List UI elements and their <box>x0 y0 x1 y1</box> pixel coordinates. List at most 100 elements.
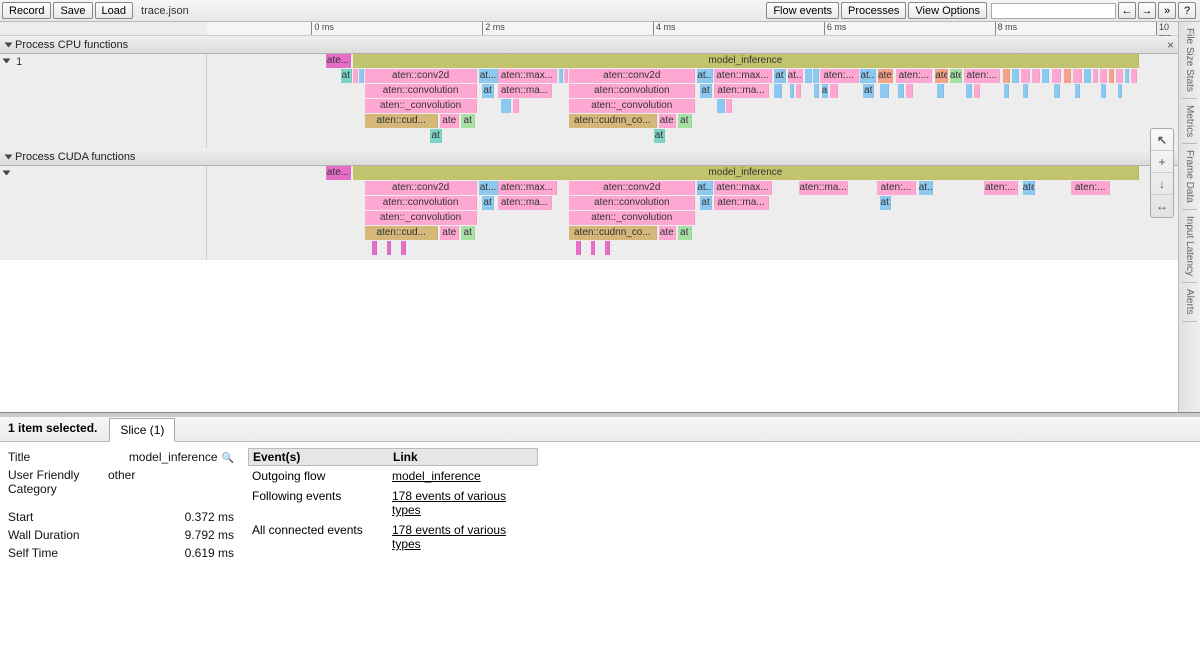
details-resize-handle[interactable] <box>0 413 1200 417</box>
trace-slice[interactable]: at... <box>919 181 934 195</box>
trace-slice[interactable]: ate... <box>326 54 350 68</box>
trace-slice[interactable] <box>1100 69 1107 83</box>
trace-slice[interactable] <box>1131 69 1137 83</box>
trace-slice[interactable] <box>805 69 812 83</box>
prev-button[interactable]: ← <box>1118 2 1136 19</box>
trace-slice[interactable] <box>513 99 519 113</box>
trace-slice[interactable] <box>372 241 377 255</box>
trace-slice[interactable]: at <box>482 196 495 210</box>
trace-slice[interactable]: aten::ma... <box>714 196 769 210</box>
trace-slice[interactable]: ate <box>878 69 893 83</box>
trace-slice[interactable]: aten::_convolution <box>569 99 695 113</box>
trace-slice[interactable] <box>813 69 819 83</box>
save-button[interactable]: Save <box>53 2 92 19</box>
trace-slice[interactable]: aten::convolution <box>569 196 695 210</box>
trace-slice[interactable]: at <box>482 84 495 98</box>
flame-area-cpu[interactable]: ate...model_inferenceataten::conv2dat...… <box>207 54 1178 148</box>
trace-slice[interactable] <box>1023 84 1029 98</box>
trace-slice[interactable] <box>359 69 364 83</box>
trace-slice[interactable]: aten::convolution <box>365 196 477 210</box>
tab-input-latency[interactable]: Input Latency <box>1182 210 1197 283</box>
overflow-button[interactable]: » <box>1158 2 1176 19</box>
trace-slice[interactable]: at <box>863 84 874 98</box>
trace-slice[interactable]: aten:... <box>877 181 916 195</box>
trace-slice[interactable] <box>1075 84 1080 98</box>
trace-slice[interactable]: at <box>880 196 891 210</box>
trace-slice[interactable] <box>559 69 564 83</box>
disclosure-icon[interactable] <box>5 154 13 159</box>
trace-slice[interactable]: aten::_convolution <box>569 211 695 225</box>
trace-slice[interactable]: at <box>822 84 829 98</box>
trace-slice[interactable] <box>1042 69 1049 83</box>
view-options-button[interactable]: View Options <box>908 2 987 19</box>
load-button[interactable]: Load <box>95 2 133 19</box>
trace-slice[interactable]: at... <box>788 69 804 83</box>
trace-slice[interactable]: aten::ma... <box>498 196 551 210</box>
trace-slice[interactable]: at <box>678 114 692 128</box>
trace-slice[interactable]: at... <box>479 69 498 83</box>
disclosure-icon[interactable] <box>5 42 13 47</box>
flame-area-cuda[interactable]: ate...model_inferenceaten::conv2dat...at… <box>207 166 1178 260</box>
event-link[interactable]: 178 events of various types <box>392 489 506 517</box>
trace-slice[interactable] <box>880 84 889 98</box>
trace-slice[interactable]: ate <box>659 226 676 240</box>
trace-slice[interactable]: at <box>430 129 442 143</box>
help-button[interactable]: ? <box>1178 2 1196 19</box>
trace-slice[interactable]: at... <box>697 69 713 83</box>
trace-slice[interactable]: ate <box>935 69 948 83</box>
processes-button[interactable]: Processes <box>841 2 906 19</box>
trace-slice[interactable] <box>1012 69 1019 83</box>
trace-slice[interactable] <box>726 99 732 113</box>
trace-slice[interactable]: ate <box>950 69 963 83</box>
trace-slice[interactable] <box>774 84 782 98</box>
trace-slice[interactable] <box>966 84 972 98</box>
tab-frame-data[interactable]: Frame Data <box>1182 144 1197 210</box>
trace-slice[interactable]: aten::max... <box>498 69 556 83</box>
process-header-cpu[interactable]: Process CPU functions × <box>0 36 1178 54</box>
trace-slice[interactable]: aten::cudnn_co... <box>569 114 656 128</box>
trace-slice[interactable] <box>898 84 904 98</box>
record-button[interactable]: Record <box>2 2 51 19</box>
trace-slice[interactable]: aten:... <box>984 181 1018 195</box>
trace-slice[interactable] <box>814 84 819 98</box>
trace-slice[interactable] <box>796 84 801 98</box>
trace-slice[interactable] <box>974 84 980 98</box>
trace-slice[interactable]: aten::ma... <box>799 181 848 195</box>
tab-metrics[interactable]: Metrics <box>1182 99 1197 144</box>
trace-slice[interactable]: at <box>700 196 712 210</box>
trace-slice[interactable]: at <box>654 129 666 143</box>
trace-slice[interactable]: at <box>700 84 712 98</box>
trace-slice[interactable] <box>1125 69 1130 83</box>
zoom-in-icon[interactable]: + <box>1151 151 1173 173</box>
pointer-tool-icon[interactable]: ↖ <box>1151 129 1173 151</box>
trace-slice[interactable]: at <box>461 226 475 240</box>
trace-slice[interactable]: aten::conv2d <box>365 181 477 195</box>
trace-slice[interactable] <box>1064 69 1071 83</box>
trace-slice[interactable] <box>605 241 610 255</box>
trace-slice[interactable] <box>1118 84 1122 98</box>
trace-slice[interactable]: ate <box>1023 181 1036 195</box>
close-icon[interactable]: × <box>1167 38 1174 52</box>
trace-slice[interactable]: aten::ma... <box>714 84 769 98</box>
trace-slice[interactable] <box>1084 69 1091 83</box>
trace-slice[interactable]: ate <box>440 114 459 128</box>
trace-slice[interactable]: aten::max... <box>714 181 772 195</box>
trace-slice[interactable]: aten::max... <box>714 69 772 83</box>
trace-slice[interactable] <box>387 241 392 255</box>
trace-slice[interactable] <box>717 99 725 113</box>
trace-slice[interactable]: at... <box>479 181 498 195</box>
trace-slice[interactable]: aten::convolution <box>365 84 477 98</box>
trace-slice[interactable]: model_inference <box>353 54 1140 68</box>
trace-slice[interactable] <box>906 84 913 98</box>
trace-slice[interactable]: aten:... <box>1071 181 1110 195</box>
trace-slice[interactable] <box>790 84 795 98</box>
trace-slice[interactable]: aten::conv2d <box>569 69 695 83</box>
trace-slice[interactable] <box>564 69 568 83</box>
tab-file-size-stats[interactable]: File Size Stats <box>1182 22 1197 99</box>
pan-down-icon[interactable]: ↓ <box>1151 173 1173 195</box>
trace-slice[interactable]: at <box>774 69 786 83</box>
trace-slice[interactable]: aten::cud... <box>365 114 438 128</box>
event-link[interactable]: model_inference <box>392 469 481 483</box>
trace-slice[interactable]: at <box>461 114 475 128</box>
trace-slice[interactable] <box>1093 69 1099 83</box>
